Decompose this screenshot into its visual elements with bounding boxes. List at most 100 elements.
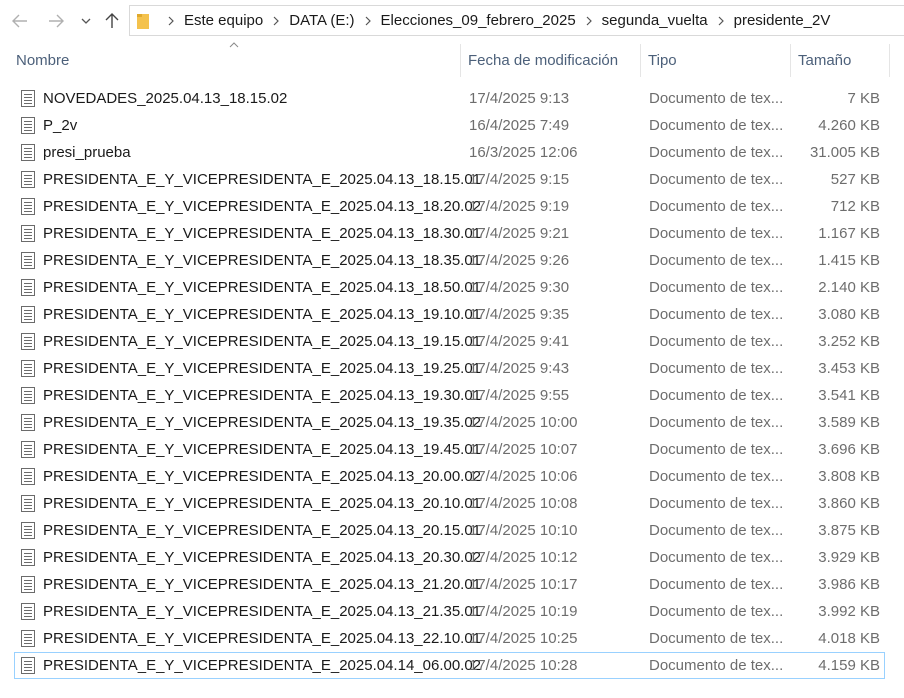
breadcrumb-presidente-2v[interactable]: presidente_2V: [734, 12, 831, 29]
file-size: 2.140 KB: [818, 279, 880, 296]
file-size: 4.260 KB: [818, 117, 880, 134]
file-row[interactable]: PRESIDENTA_E_Y_VICEPRESIDENTA_E_2025.04.…: [14, 247, 885, 274]
file-row[interactable]: PRESIDENTA_E_Y_VICEPRESIDENTA_E_2025.04.…: [14, 409, 885, 436]
text-document-icon: [21, 441, 35, 458]
file-row[interactable]: PRESIDENTA_E_Y_VICEPRESIDENTA_E_2025.04.…: [14, 571, 885, 598]
file-row[interactable]: PRESIDENTA_E_Y_VICEPRESIDENTA_E_2025.04.…: [14, 328, 885, 355]
file-name: PRESIDENTA_E_Y_VICEPRESIDENTA_E_2025.04.…: [43, 171, 482, 188]
breadcrumb-este-equipo[interactable]: Este equipo: [184, 12, 263, 29]
breadcrumb-data-drive[interactable]: DATA (E:): [289, 12, 354, 29]
breadcrumb-separator-icon[interactable]: [718, 16, 724, 26]
file-row[interactable]: PRESIDENTA_E_Y_VICEPRESIDENTA_E_2025.04.…: [14, 436, 885, 463]
text-document-icon: [21, 576, 35, 593]
column-header-type[interactable]: Tipo: [641, 44, 791, 77]
file-row[interactable]: PRESIDENTA_E_Y_VICEPRESIDENTA_E_2025.04.…: [14, 355, 885, 382]
file-type: Documento de tex...: [649, 144, 784, 161]
breadcrumb-separator-icon[interactable]: [365, 16, 371, 26]
file-name: PRESIDENTA_E_Y_VICEPRESIDENTA_E_2025.04.…: [43, 252, 482, 269]
column-header-date[interactable]: Fecha de modificación: [461, 44, 641, 77]
file-row[interactable]: P_2v 16/4/2025 7:49 Documento de tex... 4.2…: [14, 112, 885, 139]
text-document-icon: [21, 144, 35, 161]
file-type: Documento de tex...: [649, 171, 784, 188]
text-document-icon: [21, 549, 35, 566]
file-type: Documento de tex...: [649, 360, 784, 377]
file-size: 3.252 KB: [818, 333, 880, 350]
file-size: 3.541 KB: [818, 387, 880, 404]
file-type: Documento de tex...: [649, 603, 784, 620]
file-name: PRESIDENTA_E_Y_VICEPRESIDENTA_E_2025.04.…: [43, 495, 482, 512]
file-type: Documento de tex...: [649, 279, 784, 296]
file-date: 17/4/2025 10:08: [469, 495, 578, 512]
text-document-icon: [21, 495, 35, 512]
file-row[interactable]: presi_prueba 16/3/2025 12:06 Documento de …: [14, 139, 885, 166]
breadcrumb-separator-icon[interactable]: [586, 16, 592, 26]
file-row[interactable]: PRESIDENTA_E_Y_VICEPRESIDENTA_E_2025.04.…: [14, 220, 885, 247]
file-name: NOVEDADES_2025.04.13_18.15.02: [43, 90, 288, 107]
file-date: 17/4/2025 10:12: [469, 549, 578, 566]
file-row[interactable]: PRESIDENTA_E_Y_VICEPRESIDENTA_E_2025.04.…: [14, 274, 885, 301]
file-date: 17/4/2025 9:15: [469, 171, 570, 188]
address-bar[interactable]: Este equipo DATA (E:) Elecciones_09_febr…: [129, 5, 904, 36]
file-row[interactable]: PRESIDENTA_E_Y_VICEPRESIDENTA_E_2025.04.…: [14, 544, 885, 571]
file-name: PRESIDENTA_E_Y_VICEPRESIDENTA_E_2025.04.…: [43, 576, 482, 593]
file-date: 16/3/2025 12:06: [469, 144, 578, 161]
file-row[interactable]: PRESIDENTA_E_Y_VICEPRESIDENTA_E_2025.04.…: [14, 490, 885, 517]
file-size: 1.167 KB: [818, 225, 880, 242]
file-row[interactable]: PRESIDENTA_E_Y_VICEPRESIDENTA_E_2025.04.…: [14, 301, 885, 328]
file-date: 17/4/2025 10:17: [469, 576, 578, 593]
text-document-icon: [21, 252, 35, 269]
file-type: Documento de tex...: [649, 333, 784, 350]
file-name: PRESIDENTA_E_Y_VICEPRESIDENTA_E_2025.04.…: [43, 522, 482, 539]
file-row[interactable]: PRESIDENTA_E_Y_VICEPRESIDENTA_E_2025.04.…: [14, 652, 885, 679]
file-date: 17/4/2025 9:13: [469, 90, 570, 107]
file-name: PRESIDENTA_E_Y_VICEPRESIDENTA_E_2025.04.…: [43, 549, 482, 566]
file-type: Documento de tex...: [649, 387, 784, 404]
file-name: PRESIDENTA_E_Y_VICEPRESIDENTA_E_2025.04.…: [43, 468, 482, 485]
file-type: Documento de tex...: [649, 657, 784, 674]
file-type: Documento de tex...: [649, 468, 784, 485]
file-row[interactable]: PRESIDENTA_E_Y_VICEPRESIDENTA_E_2025.04.…: [14, 166, 885, 193]
back-button[interactable]: [9, 8, 31, 34]
file-size: 3.986 KB: [818, 576, 880, 593]
file-name: PRESIDENTA_E_Y_VICEPRESIDENTA_E_2025.04.…: [43, 225, 482, 242]
file-date: 17/4/2025 9:55: [469, 387, 570, 404]
breadcrumb-segunda-vuelta[interactable]: segunda_vuelta: [602, 12, 708, 29]
text-document-icon: [21, 468, 35, 485]
column-header-size[interactable]: Tamaño: [791, 44, 890, 77]
column-header-name[interactable]: Nombre: [9, 44, 461, 77]
file-type: Documento de tex...: [649, 90, 784, 107]
file-size: 3.929 KB: [818, 549, 880, 566]
file-date: 17/4/2025 10:25: [469, 630, 578, 647]
file-size: 3.808 KB: [818, 468, 880, 485]
breadcrumb-separator-icon[interactable]: [273, 16, 280, 26]
text-document-icon: [21, 117, 35, 134]
file-size: 3.992 KB: [818, 603, 880, 620]
forward-button[interactable]: [45, 8, 67, 34]
file-date: 17/4/2025 9:26: [469, 252, 570, 269]
file-size: 3.696 KB: [818, 441, 880, 458]
file-row[interactable]: PRESIDENTA_E_Y_VICEPRESIDENTA_E_2025.04.…: [14, 382, 885, 409]
breadcrumb-separator-icon[interactable]: [168, 16, 174, 26]
file-row[interactable]: PRESIDENTA_E_Y_VICEPRESIDENTA_E_2025.04.…: [14, 625, 885, 652]
recent-locations-button[interactable]: [77, 8, 95, 34]
up-button[interactable]: [101, 8, 123, 34]
file-name: presi_prueba: [43, 144, 131, 161]
file-type: Documento de tex...: [649, 441, 784, 458]
file-row[interactable]: PRESIDENTA_E_Y_VICEPRESIDENTA_E_2025.04.…: [14, 517, 885, 544]
file-name: PRESIDENTA_E_Y_VICEPRESIDENTA_E_2025.04.…: [43, 198, 482, 215]
file-type: Documento de tex...: [649, 198, 784, 215]
file-name: PRESIDENTA_E_Y_VICEPRESIDENTA_E_2025.04.…: [43, 441, 482, 458]
file-row[interactable]: PRESIDENTA_E_Y_VICEPRESIDENTA_E_2025.04.…: [14, 193, 885, 220]
file-size: 7 KB: [847, 90, 880, 107]
file-row[interactable]: PRESIDENTA_E_Y_VICEPRESIDENTA_E_2025.04.…: [14, 463, 885, 490]
file-date: 17/4/2025 10:28: [469, 657, 578, 674]
file-name: PRESIDENTA_E_Y_VICEPRESIDENTA_E_2025.04.…: [43, 414, 482, 431]
file-date: 17/4/2025 9:41: [469, 333, 570, 350]
file-name: PRESIDENTA_E_Y_VICEPRESIDENTA_E_2025.04.…: [43, 387, 482, 404]
file-type: Documento de tex...: [649, 630, 784, 647]
text-document-icon: [21, 90, 35, 107]
chevron-down-icon: [81, 18, 91, 24]
file-row[interactable]: PRESIDENTA_E_Y_VICEPRESIDENTA_E_2025.04.…: [14, 598, 885, 625]
breadcrumb-elecciones[interactable]: Elecciones_09_febrero_2025: [381, 12, 576, 29]
file-row[interactable]: NOVEDADES_2025.04.13_18.15.02 17/4/2025 9…: [14, 85, 885, 112]
